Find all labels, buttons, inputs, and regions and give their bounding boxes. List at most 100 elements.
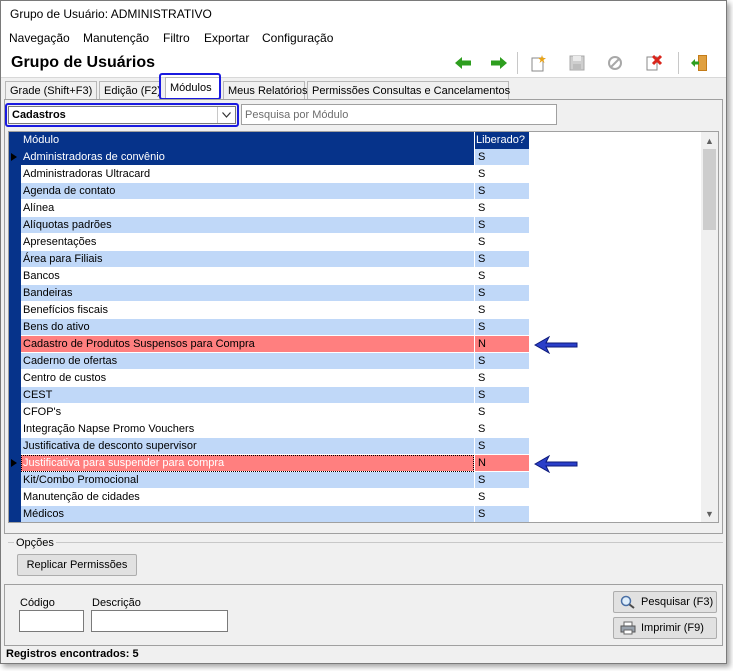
search-button[interactable]: Pesquisar (F3) [613, 591, 717, 613]
table-row[interactable]: Benefícios fiscais S [21, 302, 529, 319]
table-row[interactable]: Kit/Combo Promocional S [21, 472, 529, 489]
table-row[interactable]: CEST S [21, 387, 529, 404]
cell-liberado[interactable]: S [475, 268, 529, 285]
cell-modulo[interactable]: Bens do ativo [21, 319, 474, 336]
table-row[interactable]: Alínea S [21, 200, 529, 217]
table-row[interactable]: Área para Filiais S [21, 251, 529, 268]
cell-liberado[interactable]: S [475, 387, 529, 404]
cell-liberado[interactable]: S [475, 438, 529, 455]
cell-liberado[interactable]: S [475, 319, 529, 336]
table-row[interactable]: Justificativa de desconto supervisor S [21, 438, 529, 455]
table-row[interactable]: Caderno de ofertas S [21, 353, 529, 370]
print-button[interactable]: Imprimir (F9) [613, 617, 717, 639]
menu-navegacao[interactable]: Navegação [9, 31, 70, 45]
table-row[interactable]: Manutenção de cidades S [21, 489, 529, 506]
cell-modulo[interactable]: Administradoras de convênio [21, 149, 474, 166]
status-bar: Registros encontrados: 5 [4, 646, 723, 663]
column-divider [474, 132, 475, 149]
exit-icon[interactable] [689, 53, 709, 73]
cell-modulo[interactable]: Benefícios fiscais [21, 302, 474, 319]
cell-liberado[interactable]: S [475, 149, 529, 166]
replicate-permissions-button[interactable]: Replicar Permissões [17, 554, 137, 576]
cell-modulo[interactable]: Agenda de contato [21, 183, 474, 200]
cell-liberado[interactable]: S [475, 217, 529, 234]
table-row[interactable]: Cadastro de Produtos Suspensos para Comp… [21, 336, 529, 353]
cell-modulo[interactable]: Cadastro de Produtos Suspensos para Comp… [21, 336, 474, 353]
cell-modulo[interactable]: Justificativa para suspender para compra [21, 455, 474, 472]
table-row[interactable]: Centro de custos S [21, 370, 529, 387]
menu-configuracao[interactable]: Configuração [262, 31, 333, 45]
column-header-liberado[interactable]: Liberado? [476, 134, 525, 146]
tab-edicao[interactable]: Edição (F2) [99, 81, 161, 100]
menu-exportar[interactable]: Exportar [204, 31, 249, 45]
scroll-thumb[interactable] [703, 149, 716, 230]
toolbar-separator [517, 52, 518, 74]
search-input[interactable] [242, 105, 556, 124]
table-row[interactable]: Bancos S [21, 268, 529, 285]
table-row[interactable]: Justificativa para suspender para compra… [21, 455, 529, 472]
cell-modulo[interactable]: Administradoras Ultracard [21, 166, 474, 183]
table-row[interactable]: Administradoras de convênio S [21, 149, 529, 166]
cell-liberado[interactable]: S [475, 353, 529, 370]
cell-modulo[interactable]: CEST [21, 387, 474, 404]
search-input-box[interactable] [241, 104, 557, 125]
cell-modulo[interactable]: Justificativa de desconto supervisor [21, 438, 474, 455]
options-group: Opções Replicar Permissões [8, 537, 723, 580]
column-header-modulo[interactable]: Módulo [23, 134, 59, 146]
cell-modulo[interactable]: Centro de custos [21, 370, 474, 387]
cell-liberado[interactable]: S [475, 506, 529, 522]
cell-modulo[interactable]: Área para Filiais [21, 251, 474, 268]
save-icon[interactable] [567, 53, 587, 73]
cell-liberado[interactable]: S [475, 234, 529, 251]
cell-liberado[interactable]: N [475, 336, 529, 353]
scroll-up-icon[interactable]: ▲ [701, 132, 718, 149]
tab-grade[interactable]: Grade (Shift+F3) [5, 81, 97, 100]
cell-modulo[interactable]: CFOP's [21, 404, 474, 421]
cell-liberado[interactable]: S [475, 285, 529, 302]
table-row[interactable]: Alíquotas padrões S [21, 217, 529, 234]
table-row[interactable]: Administradoras Ultracard S [21, 166, 529, 183]
cell-liberado[interactable]: N [475, 455, 529, 472]
cancel-icon[interactable] [605, 53, 625, 73]
cell-liberado[interactable]: S [475, 404, 529, 421]
new-icon[interactable] [528, 53, 548, 73]
cell-modulo[interactable]: Bancos [21, 268, 474, 285]
cell-modulo[interactable]: Apresentações [21, 234, 474, 251]
table-row[interactable]: Agenda de contato S [21, 183, 529, 200]
cell-liberado[interactable]: S [475, 472, 529, 489]
cell-liberado[interactable]: S [475, 200, 529, 217]
cell-modulo[interactable]: Alínea [21, 200, 474, 217]
cell-liberado[interactable]: S [475, 302, 529, 319]
title-bar: Grupo de Usuário: ADMINISTRATIVO [1, 1, 726, 28]
arrow-left-icon[interactable] [453, 53, 473, 73]
descricao-field[interactable] [91, 610, 228, 632]
cell-modulo[interactable]: Caderno de ofertas [21, 353, 474, 370]
menu-filtro[interactable]: Filtro [163, 31, 190, 45]
cell-liberado[interactable]: S [475, 166, 529, 183]
cell-modulo[interactable]: Manutenção de cidades [21, 489, 474, 506]
cell-liberado[interactable]: S [475, 251, 529, 268]
cell-modulo[interactable]: Alíquotas padrões [21, 217, 474, 234]
delete-icon[interactable] [644, 53, 664, 73]
table-row[interactable]: Bandeiras S [21, 285, 529, 302]
cell-modulo[interactable]: Médicos [21, 506, 474, 522]
table-row[interactable]: Médicos S [21, 506, 529, 522]
cell-modulo[interactable]: Kit/Combo Promocional [21, 472, 474, 489]
scroll-down-icon[interactable]: ▼ [701, 505, 718, 522]
cell-modulo[interactable]: Integração Napse Promo Vouchers [21, 421, 474, 438]
menu-manutencao[interactable]: Manutenção [83, 31, 149, 45]
table-row[interactable]: CFOP's S [21, 404, 529, 421]
tab-permissoes[interactable]: Permissões Consultas e Cancelamentos [307, 81, 510, 100]
vertical-scrollbar[interactable]: ▲ ▼ [701, 132, 718, 522]
table-row[interactable]: Apresentações S [21, 234, 529, 251]
cell-liberado[interactable]: S [475, 489, 529, 506]
arrow-right-icon[interactable] [489, 53, 509, 73]
tab-meus-relatorios[interactable]: Meus Relatórios [223, 81, 307, 100]
cell-modulo[interactable]: Bandeiras [21, 285, 474, 302]
table-row[interactable]: Bens do ativo S [21, 319, 529, 336]
cell-liberado[interactable]: S [475, 421, 529, 438]
cell-liberado[interactable]: S [475, 370, 529, 387]
table-row[interactable]: Integração Napse Promo Vouchers S [21, 421, 529, 438]
codigo-field[interactable] [19, 610, 84, 632]
cell-liberado[interactable]: S [475, 183, 529, 200]
